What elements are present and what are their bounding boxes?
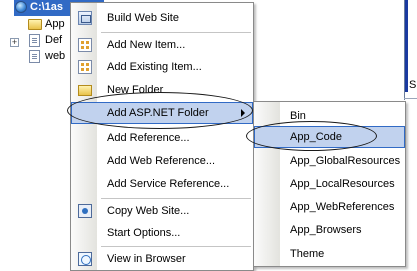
tree-item-label: Def xyxy=(45,34,63,46)
menu-item-label: Add Service Reference... xyxy=(107,178,230,190)
menu-item-label: View in Browser xyxy=(107,253,186,265)
menu-item-add-existing-item[interactable]: Add Existing Item... xyxy=(71,56,253,78)
tree-item-label: web xyxy=(45,50,66,62)
existing-item-icon xyxy=(78,60,92,74)
menu-item-label: Copy Web Site... xyxy=(107,205,190,217)
menu-item-label: Add Web Reference... xyxy=(107,155,216,167)
folder-icon xyxy=(78,85,92,96)
submenu-item-app-code[interactable]: App_Code xyxy=(254,126,405,148)
submenu-item-app-browsers[interactable]: App_Browsers xyxy=(254,219,405,241)
submenu-item-app-webreferences[interactable]: App_WebReferences xyxy=(254,196,405,218)
menu-separator xyxy=(101,246,251,247)
submenu-item-theme[interactable]: Theme xyxy=(254,243,405,265)
submenu-item-bin[interactable]: Bin xyxy=(254,105,405,127)
aspnet-folder-submenu: Bin App_Code App_GlobalResources App_Loc… xyxy=(253,101,406,267)
submenu-arrow-icon xyxy=(241,109,245,117)
menu-item-label: Add Reference... xyxy=(107,132,190,144)
menu-item-add-reference[interactable]: Add Reference... xyxy=(71,127,253,149)
menu-separator xyxy=(101,198,251,199)
submenu-item-app-localresources[interactable]: App_LocalResources xyxy=(254,173,405,195)
config-file-icon xyxy=(29,50,40,63)
page-icon xyxy=(29,34,40,47)
menu-item-view-in-browser[interactable]: View in Browser xyxy=(71,248,253,270)
copy-web-site-icon xyxy=(78,204,92,218)
menu-item-label: App_LocalResources xyxy=(290,178,395,190)
menu-item-label: New Folder xyxy=(107,84,164,96)
menu-item-label: App_GlobalResources xyxy=(290,155,401,167)
submenu-item-app-globalresources[interactable]: App_GlobalResources xyxy=(254,150,405,172)
menu-item-label: Bin xyxy=(290,110,306,122)
folder-icon xyxy=(28,19,42,30)
menu-item-add-service-reference[interactable]: Add Service Reference... xyxy=(71,173,253,195)
menu-separator xyxy=(101,32,251,33)
menu-item-label: Add New Item... xyxy=(107,39,186,51)
menu-item-add-aspnet-folder[interactable]: Add ASP.NET Folder xyxy=(71,102,253,124)
menu-item-build-web-site[interactable]: Build Web Site xyxy=(71,7,253,29)
menu-item-label: Add ASP.NET Folder xyxy=(107,107,209,119)
menu-item-label: App_Browsers xyxy=(290,224,362,236)
menu-item-label: App_Code xyxy=(290,131,342,143)
build-icon xyxy=(78,11,92,25)
menu-item-label: App_WebReferences xyxy=(290,201,395,213)
expand-icon[interactable]: + xyxy=(10,38,19,47)
right-panel-edge: S xyxy=(404,0,417,100)
browser-icon xyxy=(78,252,92,266)
menu-item-add-web-reference[interactable]: Add Web Reference... xyxy=(71,150,253,172)
tree-item-label: App xyxy=(45,18,65,30)
panel-divider xyxy=(404,98,417,99)
new-item-icon xyxy=(78,38,92,52)
menu-item-label: Build Web Site xyxy=(107,12,179,24)
menu-item-copy-web-site[interactable]: Copy Web Site... xyxy=(71,200,253,222)
menu-item-new-folder[interactable]: New Folder xyxy=(71,79,253,101)
menu-item-start-options[interactable]: Start Options... xyxy=(71,222,253,244)
panel-letter: S xyxy=(409,79,417,91)
menu-item-add-new-item[interactable]: Add New Item... xyxy=(71,34,253,56)
tree-root-label: C:\1as xyxy=(30,1,64,13)
menu-item-label: Theme xyxy=(290,248,325,260)
context-menu: Build Web Site Add New Item... Add Exist… xyxy=(70,2,254,271)
panel-accent-bar xyxy=(405,0,408,92)
menu-item-label: Add Existing Item... xyxy=(107,61,202,73)
web-site-icon xyxy=(15,1,27,13)
menu-item-label: Start Options... xyxy=(107,227,181,239)
